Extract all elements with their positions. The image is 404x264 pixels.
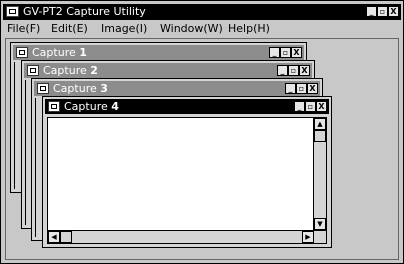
capture-3-controls: _ ▫ X bbox=[285, 83, 318, 94]
menu-window[interactable]: Window(W) bbox=[160, 21, 223, 37]
minimize-button[interactable]: _ bbox=[269, 47, 280, 58]
close-button[interactable]: X bbox=[316, 101, 327, 112]
app-window: GV-PT2 Capture Utility _ ▫ X File(F) Edi… bbox=[0, 0, 404, 264]
minimize-button[interactable]: _ bbox=[285, 83, 296, 94]
vertical-scrollbar[interactable]: ▲ ▼ bbox=[313, 118, 326, 230]
capture-1-titlebar[interactable]: Capture 1 _ ▫ X bbox=[13, 45, 304, 60]
scroll-thumb[interactable] bbox=[60, 231, 72, 243]
capture-4-canvas[interactable]: ▲ ▼ ◀ ▶ bbox=[47, 117, 327, 244]
capture-2-titlebar[interactable]: Capture 2 _ ▫ X bbox=[24, 63, 312, 78]
restore-button[interactable]: ▫ bbox=[296, 83, 307, 94]
scroll-corner bbox=[313, 230, 326, 243]
restore-button[interactable]: ▫ bbox=[377, 6, 388, 17]
capture-window-4[interactable]: Capture 4 _ ▫ X ▲ ▼ ◀ ▶ bbox=[42, 96, 332, 248]
menu-file[interactable]: File(F) bbox=[7, 21, 40, 37]
menu-help[interactable]: Help(H) bbox=[228, 21, 270, 37]
capture-2-controls: _ ▫ X bbox=[277, 65, 310, 76]
restore-button[interactable]: ▫ bbox=[280, 47, 291, 58]
close-button[interactable]: X bbox=[388, 6, 399, 17]
minimize-button[interactable]: _ bbox=[294, 101, 305, 112]
capture-3-titlebar[interactable]: Capture 3 _ ▫ X bbox=[34, 81, 320, 96]
capture-1-title: Capture 1 bbox=[32, 46, 87, 59]
scroll-thumb[interactable] bbox=[314, 130, 326, 142]
app-title: GV-PT2 Capture Utility bbox=[23, 5, 146, 18]
scroll-up-button[interactable]: ▲ bbox=[314, 118, 326, 130]
capture-icon[interactable] bbox=[27, 65, 39, 76]
app-icon[interactable] bbox=[6, 6, 19, 17]
minimize-button[interactable]: _ bbox=[366, 6, 377, 17]
capture-3-title: Capture 3 bbox=[53, 82, 108, 95]
capture-icon[interactable] bbox=[16, 47, 28, 58]
capture-4-controls: _ ▫ X bbox=[294, 101, 327, 112]
scroll-left-button[interactable]: ◀ bbox=[48, 231, 60, 243]
capture-icon[interactable] bbox=[37, 83, 49, 94]
capture-4-title: Capture 4 bbox=[64, 100, 119, 113]
capture-2-title: Capture 2 bbox=[43, 64, 98, 77]
scroll-down-button[interactable]: ▼ bbox=[314, 218, 326, 230]
close-button[interactable]: X bbox=[291, 47, 302, 58]
close-button[interactable]: X bbox=[307, 83, 318, 94]
restore-button[interactable]: ▫ bbox=[288, 65, 299, 76]
menu-image[interactable]: Image(I) bbox=[101, 21, 147, 37]
app-window-controls: _ ▫ X bbox=[366, 6, 399, 17]
restore-button[interactable]: ▫ bbox=[305, 101, 316, 112]
menu-edit[interactable]: Edit(E) bbox=[51, 21, 88, 37]
capture-1-controls: _ ▫ X bbox=[269, 47, 302, 58]
capture-icon[interactable] bbox=[48, 101, 60, 112]
menu-bar: File(F) Edit(E) Image(I) Window(W) Help(… bbox=[3, 21, 401, 37]
horizontal-scrollbar[interactable]: ◀ ▶ bbox=[48, 230, 314, 243]
app-titlebar[interactable]: GV-PT2 Capture Utility _ ▫ X bbox=[3, 4, 401, 20]
close-button[interactable]: X bbox=[299, 65, 310, 76]
capture-4-titlebar[interactable]: Capture 4 _ ▫ X bbox=[45, 99, 329, 114]
minimize-button[interactable]: _ bbox=[277, 65, 288, 76]
